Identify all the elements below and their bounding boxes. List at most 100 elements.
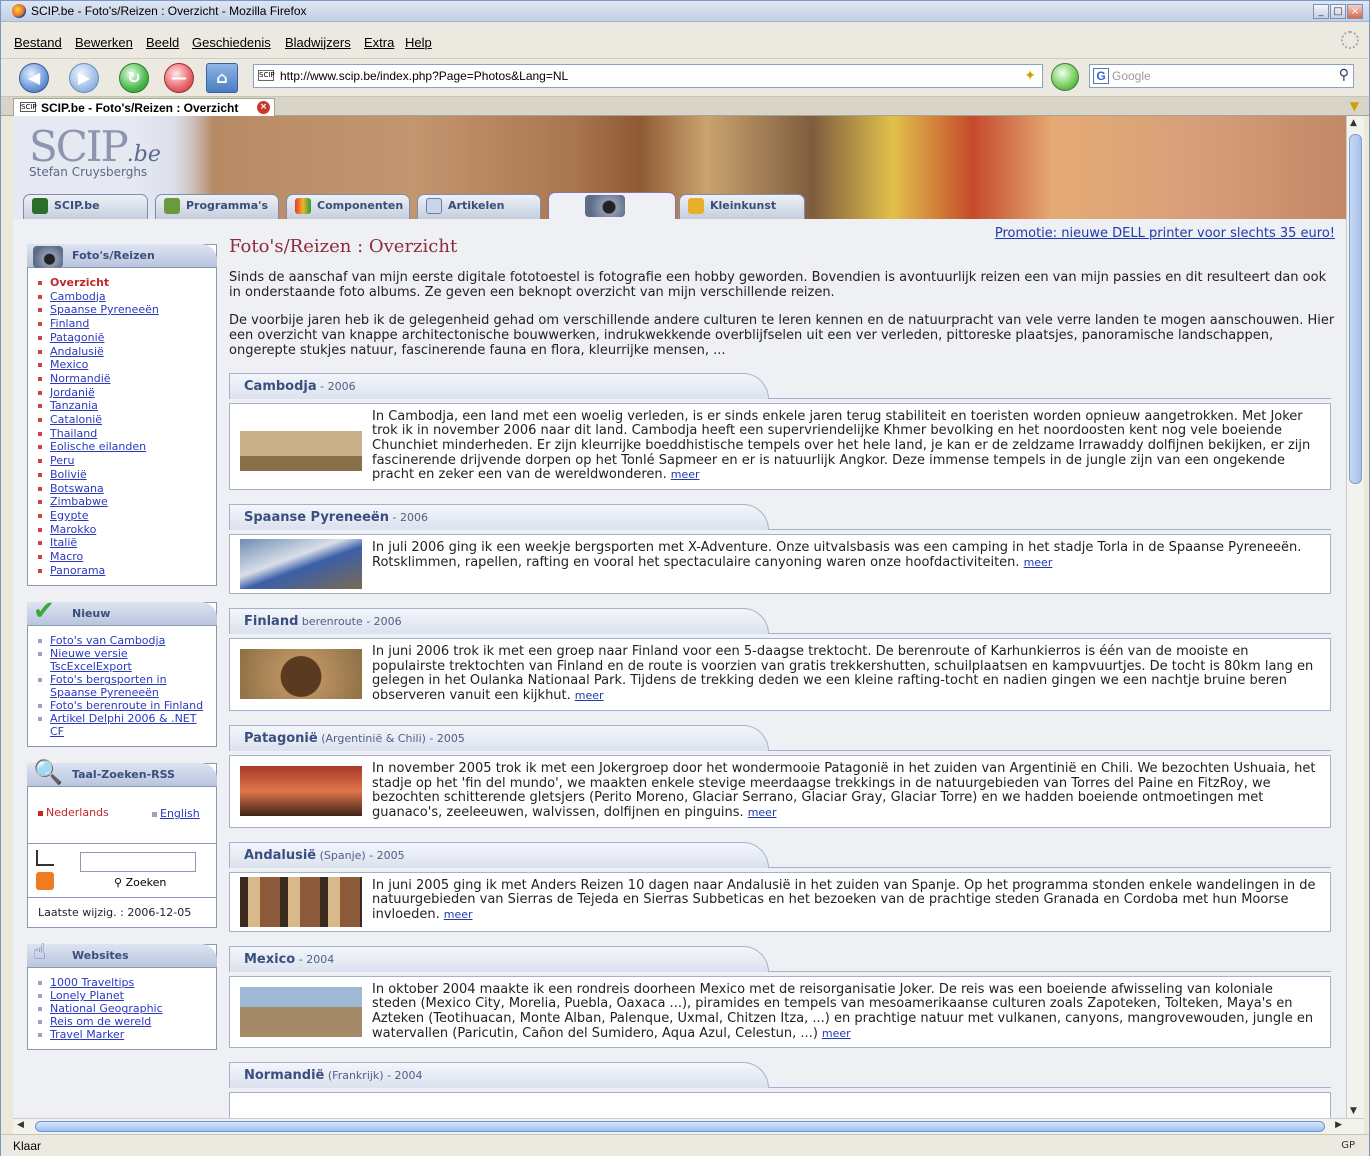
- sidebar-photos-link[interactable]: Bolivië: [50, 468, 87, 481]
- sidebar-photos-link[interactable]: Jordanië: [50, 386, 95, 399]
- rss-icon[interactable]: [36, 872, 54, 891]
- sidebar-news-link[interactable]: Foto's van Cambodja: [50, 634, 165, 647]
- site-tab-fotos[interactable]: [548, 192, 676, 219]
- menu-help[interactable]: Help: [405, 35, 432, 50]
- sidebar-photos-link[interactable]: Egypte: [50, 509, 89, 522]
- sidebar-websites-link[interactable]: 1000 Traveltips: [50, 976, 134, 989]
- sidebar-photos-link[interactable]: Catalonië: [50, 413, 102, 426]
- sidebar-websites-link[interactable]: Reis om de wereld: [50, 1015, 151, 1028]
- maximize-button[interactable]: □: [1330, 4, 1346, 19]
- menu-bladwijzers[interactable]: Bladwijzers: [285, 35, 351, 50]
- reload-button[interactable]: ↻: [119, 63, 149, 93]
- close-button[interactable]: ×: [1347, 4, 1363, 19]
- site-logo[interactable]: SCIP.be: [29, 122, 161, 171]
- search-button[interactable]: ⚲ Zoeken: [114, 876, 166, 889]
- sidebar-photos-link[interactable]: Botswana: [50, 482, 104, 495]
- tab-label[interactable]: SCIP.be - Foto's/Reizen : Overzicht: [41, 101, 238, 115]
- site-tab-componenten[interactable]: Componenten: [286, 194, 410, 219]
- sidebar-news-link[interactable]: Artikel Delphi 2006 & .NET CF: [50, 712, 196, 738]
- sidebar-photos-link[interactable]: Italië: [50, 536, 77, 549]
- browser-tab[interactable]: SCIP SCIP.be - Foto's/Reizen : Overzicht…: [13, 98, 275, 116]
- site-tab-artikelen[interactable]: Artikelen: [417, 194, 541, 219]
- site-tab-kleinkunst[interactable]: Kleinkunst: [679, 194, 805, 219]
- menu-bestand[interactable]: Bestand: [14, 35, 62, 50]
- minimize-button[interactable]: _: [1313, 4, 1329, 19]
- promo-link[interactable]: Promotie: nieuwe DELL printer voor slech…: [995, 226, 1335, 241]
- trip-thumbnail[interactable]: [240, 421, 362, 472]
- trip-thumbnail[interactable]: [240, 766, 362, 817]
- address-bar[interactable]: SCIP http://www.scip.be/index.php?Page=P…: [253, 64, 1043, 88]
- back-button[interactable]: ◀: [19, 63, 49, 93]
- menu-bewerken[interactable]: Bewerken: [75, 35, 133, 50]
- stop-button[interactable]: —: [164, 63, 194, 93]
- search-placeholder[interactable]: Google: [1112, 69, 1151, 83]
- go-button[interactable]: [1051, 63, 1079, 91]
- google-engine-icon[interactable]: G: [1093, 68, 1109, 84]
- language-nederlands[interactable]: Nederlands: [38, 806, 109, 819]
- scroll-down-icon[interactable]: ▼: [1350, 1106, 1357, 1116]
- horizontal-scroll-thumb[interactable]: [35, 1121, 1325, 1132]
- scroll-right-icon[interactable]: ▶: [1335, 1120, 1342, 1130]
- trip-title[interactable]: Mexico - 2004: [244, 952, 334, 967]
- tab-close-icon[interactable]: ×: [257, 101, 270, 114]
- address-url[interactable]: http://www.scip.be/index.php?Page=Photos…: [280, 69, 568, 83]
- trip-title[interactable]: Spaanse Pyreneeën - 2006: [244, 510, 428, 525]
- tab-list-icon[interactable]: ▼: [1350, 99, 1359, 113]
- sidebar-photos-link[interactable]: Finland: [50, 317, 89, 330]
- horizontal-scrollbar[interactable]: ◀ ▶: [13, 1118, 1364, 1134]
- more-link[interactable]: meer: [444, 908, 473, 921]
- menu-beeld[interactable]: Beeld: [146, 35, 179, 50]
- bookmark-star-icon[interactable]: ✦: [1024, 68, 1036, 84]
- trip-title[interactable]: Patagonië (Argentinië & Chili) - 2005: [244, 731, 465, 746]
- scroll-up-icon[interactable]: ▲: [1350, 118, 1357, 128]
- more-link[interactable]: meer: [575, 689, 604, 702]
- sidebar-photos-link[interactable]: Thailand: [50, 427, 97, 440]
- sidebar-photos-link[interactable]: Peru: [50, 454, 75, 467]
- more-link[interactable]: meer: [671, 468, 700, 481]
- sidebar-photos-link[interactable]: Spaanse Pyreneeën: [50, 303, 159, 316]
- search-bar[interactable]: G Google ⚲: [1089, 64, 1354, 88]
- sidebar-photos-link[interactable]: Normandië: [50, 372, 111, 385]
- sidebar-photos-link[interactable]: Cambodja: [50, 290, 106, 303]
- statistics-icon[interactable]: [36, 850, 54, 867]
- site-tab-programmas[interactable]: Programma's: [155, 194, 279, 219]
- sidebar-photos-link[interactable]: Patagonië: [50, 331, 104, 344]
- sidebar-photos-link[interactable]: Marokko: [50, 523, 96, 536]
- sidebar-photos-link[interactable]: Tanzania: [50, 399, 98, 412]
- sidebar-photos-link[interactable]: Zimbabwe: [50, 495, 108, 508]
- search-icon[interactable]: ⚲: [1339, 67, 1349, 83]
- trip-thumbnail[interactable]: [240, 649, 362, 700]
- language-english[interactable]: English: [152, 807, 200, 820]
- more-link[interactable]: meer: [1024, 556, 1053, 569]
- site-tab-scip[interactable]: SCIP.be: [23, 194, 148, 219]
- trip-title[interactable]: Finland berenroute - 2006: [244, 614, 402, 629]
- sidebar-websites-link[interactable]: National Geographic: [50, 1002, 163, 1015]
- home-button[interactable]: ⌂: [206, 63, 238, 93]
- trip-title[interactable]: Andalusië (Spanje) - 2005: [244, 848, 405, 863]
- sidebar-photos-link[interactable]: Eolische eilanden: [50, 440, 146, 453]
- sidebar-websites-link[interactable]: Lonely Planet: [50, 989, 124, 1002]
- sidebar-websites-link[interactable]: Travel Marker: [50, 1028, 124, 1041]
- vertical-scrollbar[interactable]: ▲ ▼: [1346, 116, 1364, 1118]
- sidebar-photos-link[interactable]: Andalusië: [50, 345, 104, 358]
- trip-thumbnail[interactable]: [240, 876, 362, 927]
- vertical-scroll-thumb[interactable]: [1349, 134, 1362, 484]
- sidebar-news-link[interactable]: Foto's berenroute in Finland: [50, 699, 203, 712]
- menu-extra[interactable]: Extra: [364, 35, 394, 50]
- sidebar-news-link[interactable]: Nieuwe versie TscExcelExport: [50, 647, 132, 673]
- sidebar-photos-link[interactable]: Overzicht: [50, 276, 109, 289]
- site-search-input[interactable]: [80, 852, 196, 873]
- sidebar-news-link[interactable]: Foto's bergsporten in Spaanse Pyreneeën: [50, 673, 167, 699]
- trip-title[interactable]: Normandië (Frankrijk) - 2004: [244, 1068, 423, 1083]
- sidebar-photos-link[interactable]: Panorama: [50, 564, 105, 577]
- trip-thumbnail[interactable]: [240, 987, 362, 1038]
- trip-thumbnail[interactable]: [240, 539, 362, 590]
- sidebar-photos-link[interactable]: Mexico: [50, 358, 88, 371]
- sidebar-photos-link[interactable]: Macro: [50, 550, 83, 563]
- trip-title[interactable]: Cambodja - 2006: [244, 379, 356, 394]
- more-link[interactable]: meer: [822, 1027, 851, 1040]
- scroll-left-icon[interactable]: ◀: [17, 1120, 24, 1130]
- forward-button[interactable]: ▶: [69, 63, 99, 93]
- more-link[interactable]: meer: [748, 806, 777, 819]
- menu-geschiedenis[interactable]: Geschiedenis: [192, 35, 271, 50]
